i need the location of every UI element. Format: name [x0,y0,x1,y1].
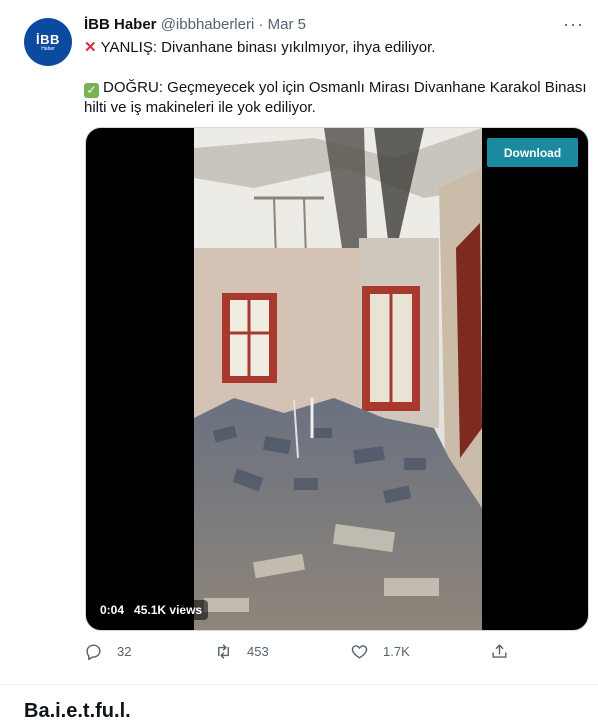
section-title-partial: Ba.i.e.t.fu.l. [24,700,131,722]
header-separator: · [254,16,268,33]
tweet[interactable]: İBB Haber İBB Haber @ibbhaberleri · Mar … [0,0,598,685]
like-button[interactable]: 1.7K [350,642,410,661]
video-player[interactable]: Download 0:04 45.1K views [85,127,589,631]
tweet-header: İBB Haber @ibbhaberleri · Mar 5 [84,16,306,33]
tweet-text-right: DOĞRU: Geçmeyecek yol için Osmanlı Miras… [103,79,587,96]
like-count: 1.7K [383,644,410,659]
video-thumbnail-image [194,128,482,630]
reply-count: 32 [117,644,132,659]
more-options-icon[interactable]: ··· [563,14,584,35]
user-handle[interactable]: @ibbhaberleri [161,16,255,33]
display-name[interactable]: İBB Haber [84,16,157,33]
video-views: 45.1K views [134,603,203,617]
tweet-date[interactable]: Mar 5 [268,16,306,33]
heart-icon [351,645,368,659]
download-button[interactable]: Download [487,138,578,167]
tweet-text-wrong: YANLIŞ: Divanhane binası yıkılmıyor, ihy… [100,39,436,56]
retweet-count: 453 [247,644,269,659]
share-button[interactable] [490,642,523,661]
avatar-logo-text: İBB [36,31,60,47]
retweet-icon [218,644,229,659]
tweet-actions: 32 453 1.7K [84,642,507,668]
video-meta: 0:04 45.1K views [94,600,209,620]
reply-icon [86,644,101,661]
reply-button[interactable]: 32 [84,642,131,661]
avatar-logo-subtext: Haber [41,45,55,52]
avatar[interactable]: İBB Haber [24,18,72,66]
video-duration: 0:04 [100,603,125,617]
share-icon [492,644,507,658]
tweet-text-line-2: ✓ DOĞRU: Geçmeyecek yol için Osmanlı Mira… [84,78,587,98]
cross-mark-icon: ✕ [84,39,97,56]
retweet-button[interactable]: 453 [214,642,269,661]
tweet-text-line-3: hilti ve iş makineleri ile yok ediliyor. [84,99,316,116]
tweet-text-line-1: ✕ YANLIŞ: Divanhane binası yıkılmıyor, ih… [84,38,435,58]
video-frame[interactable] [194,128,482,630]
check-mark-icon: ✓ [84,83,99,98]
